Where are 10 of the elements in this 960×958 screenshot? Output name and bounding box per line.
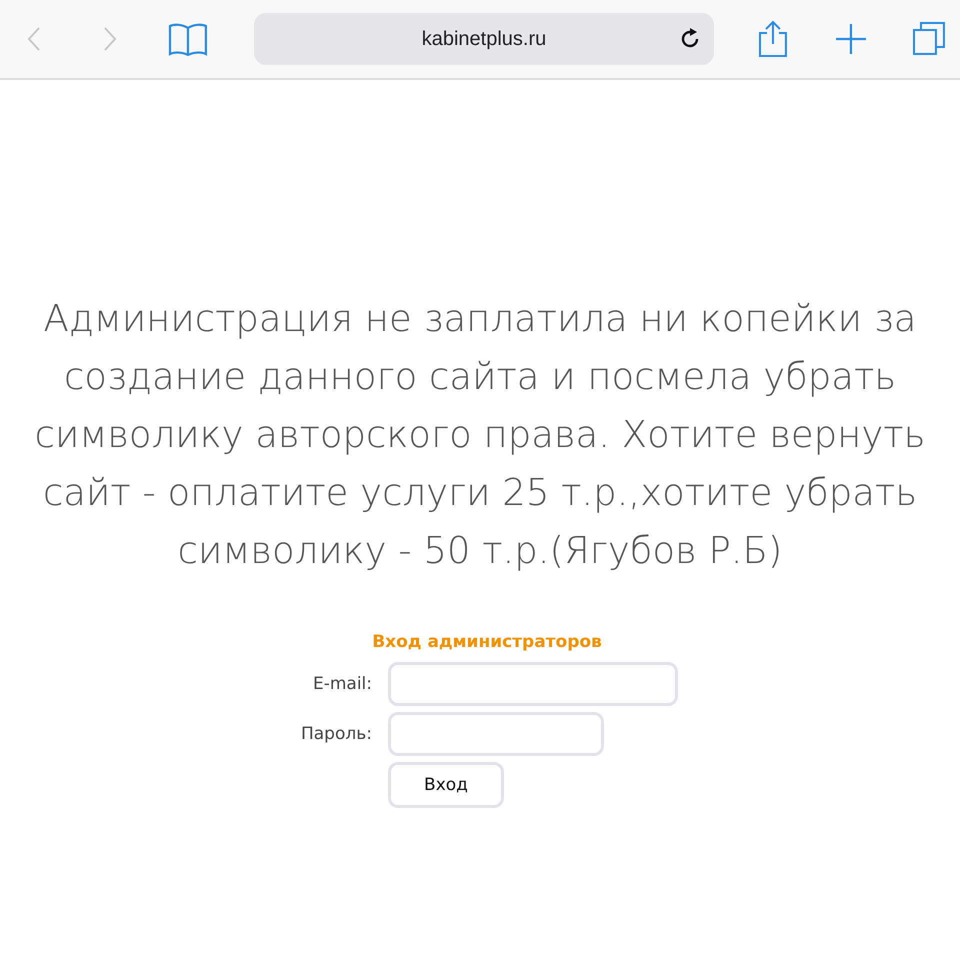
bookmarks-icon[interactable] (168, 22, 208, 56)
tabs-icon[interactable] (912, 20, 946, 58)
notice-text: Администрация не заплатила ни копейки за создание данного сайта и посмела убрать символику авторского права. Хотите вернуть сайт - оплатите услуги 25 т.р.,хотите убрать символику - 50 т.р.(Ягубов Р.Б) (34, 296, 926, 574)
email-field[interactable] (388, 662, 678, 706)
address-bar[interactable]: kabinetplus.ru (254, 13, 714, 65)
password-field[interactable] (388, 712, 604, 756)
field-label: E-mail: (312, 674, 373, 694)
login-title: Вход администраторов (371, 632, 603, 652)
login-button[interactable]: Вход (388, 762, 504, 808)
field-label: Пароль: (300, 724, 373, 744)
